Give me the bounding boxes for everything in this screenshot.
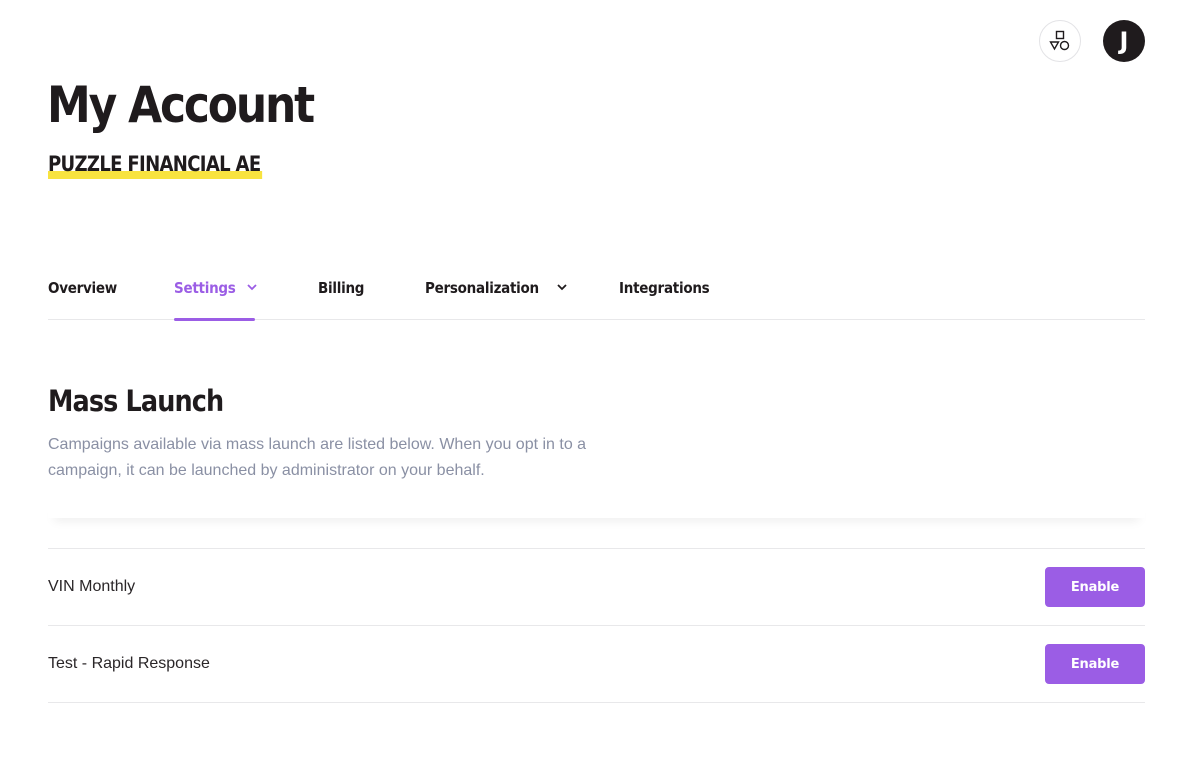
top-actions: J bbox=[1039, 20, 1145, 62]
account-tabs: Overview Settings Billing Personalizatio… bbox=[48, 272, 1145, 321]
chevron-down-icon bbox=[556, 281, 568, 293]
page-title: My Account bbox=[47, 76, 315, 134]
list-item: VIN Monthly Enable bbox=[48, 549, 1145, 626]
avatar[interactable]: J bbox=[1103, 20, 1145, 62]
tab-label: Overview bbox=[48, 279, 117, 297]
tab-overview[interactable]: Overview bbox=[48, 272, 174, 320]
tab-label: Billing bbox=[318, 279, 365, 297]
enable-button[interactable]: Enable bbox=[1045, 644, 1145, 684]
tab-billing[interactable]: Billing bbox=[318, 272, 425, 320]
tab-label: Integrations bbox=[619, 279, 710, 297]
tab-label: Settings bbox=[174, 279, 236, 297]
campaign-name: VIN Monthly bbox=[48, 578, 136, 595]
section-description: Campaigns available via mass launch are … bbox=[48, 436, 587, 479]
shapes-button[interactable] bbox=[1039, 20, 1081, 62]
organization-name: PUZZLE FINANCIAL AE bbox=[48, 152, 263, 179]
section-title: Mass Launch bbox=[48, 384, 224, 418]
tab-personalization[interactable]: Personalization bbox=[425, 272, 619, 320]
tab-integrations[interactable]: Integrations bbox=[619, 272, 739, 320]
enable-button[interactable]: Enable bbox=[1045, 567, 1145, 607]
tab-settings[interactable]: Settings bbox=[174, 272, 258, 321]
chevron-down-icon bbox=[246, 281, 258, 293]
list-item: Test - Rapid Response Enable bbox=[48, 626, 1145, 703]
campaign-name: Test - Rapid Response bbox=[48, 655, 210, 672]
tab-label: Personalization bbox=[425, 279, 539, 297]
list-header-divider bbox=[48, 500, 1145, 518]
account-page: J My Account PUZZLE FINANCIAL AE Overvie… bbox=[0, 0, 1184, 766]
campaign-list: VIN Monthly Enable Test - Rapid Response… bbox=[48, 548, 1145, 703]
shapes-icon bbox=[1049, 30, 1070, 51]
